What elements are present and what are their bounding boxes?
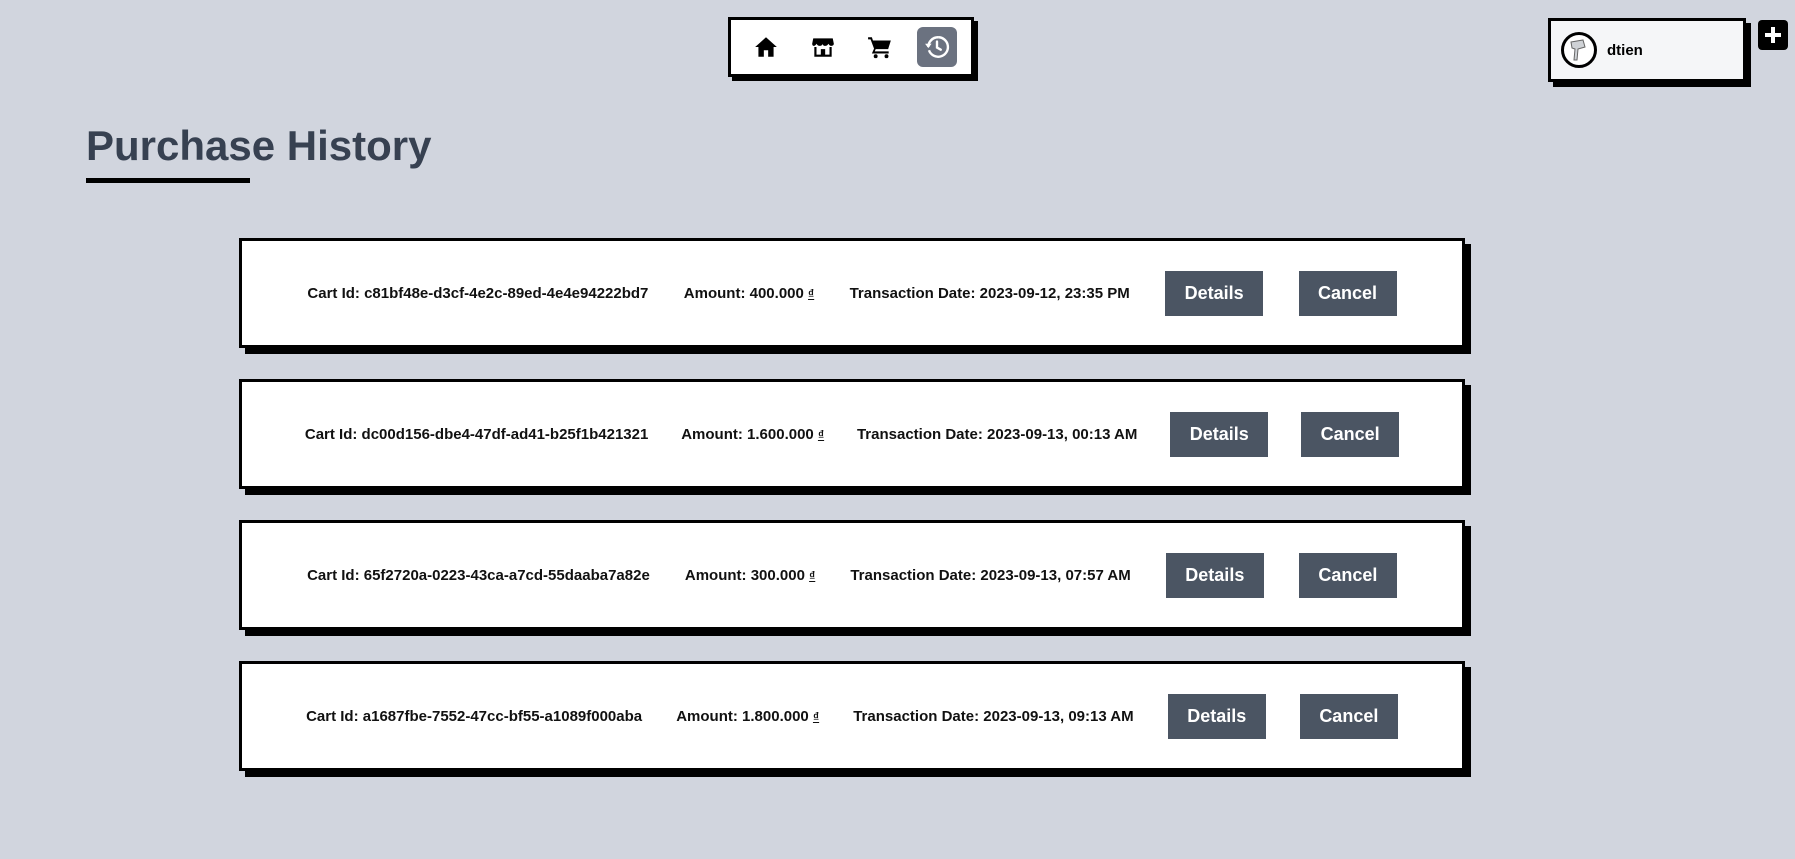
order-card: Cart Id: a1687fbe-7552-47cc-bf55-a1089f0… xyxy=(239,661,1465,771)
transaction-date: Transaction Date: 2023-09-13, 00:13 AM xyxy=(856,425,1138,443)
order-card: Cart Id: 65f2720a-0223-43ca-a7cd-55daaba… xyxy=(239,520,1465,630)
page-title: Purchase History xyxy=(86,122,432,169)
amount: Amount: 300.000 ₫ xyxy=(684,566,816,584)
order-card: Cart Id: c81bf48e-d3cf-4e2c-89ed-4e4e942… xyxy=(239,238,1465,348)
hair-dryer-icon xyxy=(1570,39,1586,61)
cancel-button[interactable]: Cancel xyxy=(1298,270,1397,316)
home-icon xyxy=(754,37,777,57)
cart-id: Cart Id: c81bf48e-d3cf-4e2c-89ed-4e4e942… xyxy=(307,284,649,302)
amount: Amount: 400.000 ₫ xyxy=(683,284,815,302)
store-icon xyxy=(811,38,834,57)
nav-home-button[interactable] xyxy=(746,27,786,67)
transaction-date: Transaction Date: 2023-09-12, 23:35 PM xyxy=(849,284,1130,302)
details-button[interactable]: Details xyxy=(1170,411,1269,457)
nav-store-button[interactable] xyxy=(803,27,843,67)
nav-history-button[interactable] xyxy=(916,27,957,67)
avatar xyxy=(1561,32,1597,68)
details-button[interactable]: Details xyxy=(1167,693,1266,739)
transaction-date: Transaction Date: 2023-09-13, 07:57 AM xyxy=(850,566,1131,584)
top-nav xyxy=(728,17,974,77)
cancel-button[interactable]: Cancel xyxy=(1299,693,1398,739)
nav-cart-button[interactable] xyxy=(860,27,900,67)
cancel-button[interactable]: Cancel xyxy=(1298,552,1397,598)
order-card: Cart Id: dc00d156-dbe4-47df-ad41-b25f1b4… xyxy=(239,379,1465,489)
add-button[interactable] xyxy=(1758,20,1788,50)
cancel-button[interactable]: Cancel xyxy=(1301,411,1400,457)
title-underline xyxy=(86,178,250,183)
amount: Amount: 1.600.000 ₫ xyxy=(681,425,825,443)
cart-id: Cart Id: a1687fbe-7552-47cc-bf55-a1089f0… xyxy=(306,707,643,725)
cart-id: Cart Id: 65f2720a-0223-43ca-a7cd-55daaba… xyxy=(307,566,650,584)
details-button[interactable]: Details xyxy=(1165,552,1264,598)
user-profile[interactable]: dtien xyxy=(1548,18,1746,82)
amount: Amount: 1.800.000 ₫ xyxy=(676,707,820,725)
transaction-date: Transaction Date: 2023-09-13, 09:13 AM xyxy=(853,707,1134,725)
cart-id: Cart Id: dc00d156-dbe4-47df-ad41-b25f1b4… xyxy=(304,425,649,443)
history-icon xyxy=(924,36,949,58)
username: dtien xyxy=(1607,41,1643,59)
plus-icon xyxy=(1765,27,1781,43)
details-button[interactable]: Details xyxy=(1165,270,1264,316)
cart-icon xyxy=(867,37,891,59)
